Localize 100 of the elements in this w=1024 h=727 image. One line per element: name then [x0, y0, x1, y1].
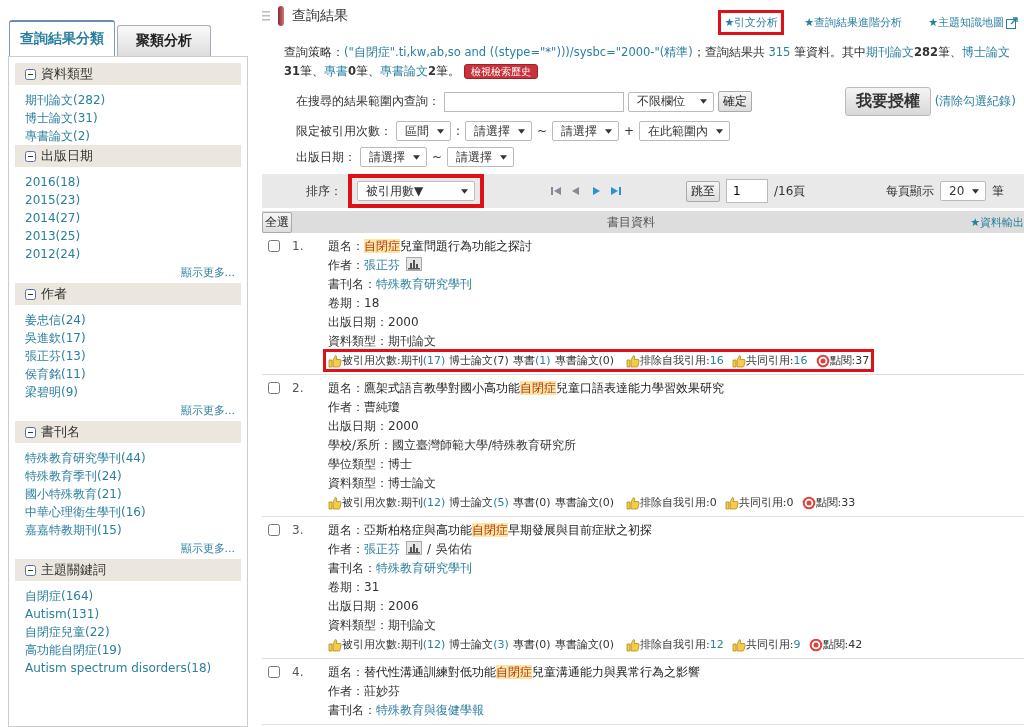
- summary-link[interactable]: 專書: [324, 64, 348, 78]
- co-citation-count[interactable]: 16: [793, 351, 808, 370]
- from-select[interactable]: 請選擇: [465, 121, 533, 141]
- facet-link[interactable]: 2012(24): [15, 245, 241, 263]
- filter-label: 限定被引用次數：: [296, 122, 392, 140]
- to-select[interactable]: 請選擇: [447, 147, 515, 167]
- field-label: 卷期：: [328, 579, 364, 596]
- previous-page-icon[interactable]: [570, 185, 582, 197]
- sidebar-tab[interactable]: 聚類分析: [117, 25, 211, 56]
- facet-link[interactable]: Autism spectrum disorders(18): [15, 659, 241, 677]
- collapse-icon[interactable]: [25, 426, 36, 438]
- facet-link[interactable]: 自閉症(164): [15, 587, 241, 605]
- section-header[interactable]: 主題關鍵詞: [15, 559, 241, 581]
- facet-link[interactable]: 吳進欽(17): [15, 329, 241, 347]
- facet-link[interactable]: 梁碧明(9): [15, 383, 241, 401]
- facet-link[interactable]: 中華心理衛生學刊(16): [15, 503, 241, 521]
- facet-link[interactable]: 姜忠信(24): [15, 311, 241, 329]
- bar-chart-icon[interactable]: [406, 257, 422, 271]
- facet-link[interactable]: 專書論文(2): [15, 127, 241, 145]
- clear-selection-link[interactable]: (清除勾選紀錄): [934, 93, 1016, 110]
- section-header[interactable]: 出版日期: [15, 145, 241, 167]
- per-page-select[interactable]: 20: [940, 181, 986, 201]
- facet-link[interactable]: Autism(131): [15, 605, 241, 623]
- facet-link[interactable]: 張正芬(13): [15, 347, 241, 365]
- license-button[interactable]: 我要授權: [844, 87, 931, 116]
- show-more-link[interactable]: 顯示更多...: [180, 539, 235, 559]
- facet-link[interactable]: 2016(18): [15, 173, 241, 191]
- section-title: 資料類型: [41, 65, 93, 83]
- collapse-icon[interactable]: [25, 68, 36, 80]
- summary-link[interactable]: 期刊論文: [866, 45, 914, 59]
- last-page-icon[interactable]: [610, 185, 622, 197]
- thumbs-up-icon: [626, 637, 641, 652]
- show-more-link[interactable]: 顯示更多...: [180, 263, 235, 283]
- facet-link[interactable]: 特殊教育研究學刊(44): [15, 449, 241, 467]
- record-title[interactable]: 鷹架式語言教學對國小高功能自閉症兒童口語表達能力學習效果研究: [364, 379, 724, 398]
- field-select[interactable]: 不限欄位: [628, 91, 714, 112]
- record-checkbox[interactable]: [268, 666, 280, 678]
- facet-link[interactable]: 2013(25): [15, 227, 241, 245]
- facet-link[interactable]: 嘉嘉特教期刊(15): [15, 521, 241, 539]
- views-label: 點閱:: [815, 495, 842, 511]
- summary-link[interactable]: ("自閉症".ti,kw,ab,so and ((stype="*")))/sysbc="2000-"(精準): [344, 45, 693, 59]
- field-link[interactable]: 特殊教育與復健學報: [376, 701, 484, 720]
- field-link[interactable]: 特殊教育研究學刊: [376, 559, 472, 578]
- sort-select[interactable]: 被引用數▼: [357, 181, 475, 201]
- first-page-icon[interactable]: [550, 185, 562, 197]
- facet-link[interactable]: 博士論文(31): [15, 109, 241, 127]
- external-link-icon[interactable]: [1006, 16, 1018, 29]
- record-title[interactable]: 替代性溝通訓練對低功能自閉症兒童溝通能力與異常行為之影響: [364, 663, 700, 682]
- field-label: 出版日期：: [328, 314, 388, 331]
- page-number-field[interactable]: 1: [726, 179, 768, 203]
- section-header[interactable]: 書刊名: [15, 421, 241, 443]
- field-link[interactable]: 張正芬: [364, 540, 422, 559]
- analysis-link[interactable]: ★主題知識地圖: [928, 15, 1004, 30]
- record-checkbox[interactable]: [268, 524, 280, 536]
- facet-link[interactable]: 自閉症兒童(22): [15, 623, 241, 641]
- self-citation-count[interactable]: 16: [709, 351, 724, 370]
- field-value: 期刊論文: [388, 617, 436, 634]
- record-checkbox[interactable]: [268, 240, 280, 252]
- thumbs-up-icon: [731, 353, 746, 368]
- show-more-link[interactable]: 顯示更多...: [180, 401, 235, 421]
- bar-chart-icon[interactable]: [406, 541, 422, 555]
- facet-link[interactable]: 2015(23): [15, 191, 241, 209]
- search-within-field[interactable]: [444, 91, 624, 112]
- collapse-icon[interactable]: [25, 288, 36, 300]
- facet-link[interactable]: 高功能自閉症(19): [15, 641, 241, 659]
- sort-label: 排序：: [306, 182, 342, 200]
- self-citation-count[interactable]: 12: [709, 635, 724, 654]
- summary-link[interactable]: 博士論文: [962, 45, 1011, 59]
- export-link[interactable]: ★資料輸出: [970, 214, 1024, 230]
- collapse-icon[interactable]: [25, 150, 36, 162]
- confirm-button[interactable]: 確定: [718, 91, 752, 112]
- field-link[interactable]: 張正芬: [364, 256, 422, 275]
- facet-link[interactable]: 期刊論文(282): [15, 91, 241, 109]
- from-select[interactable]: 請選擇: [360, 147, 427, 167]
- select-all-button[interactable]: 全選: [262, 211, 292, 233]
- facet-link[interactable]: 侯育銘(11): [15, 365, 241, 383]
- collapse-icon[interactable]: [25, 564, 36, 576]
- field-label: 出版日期：: [328, 598, 388, 615]
- summary-link[interactable]: 315: [768, 45, 791, 59]
- facet-link[interactable]: 國小特殊教育(21): [15, 485, 241, 503]
- field-link[interactable]: 特殊教育研究學刊: [376, 275, 472, 294]
- to-select[interactable]: 請選擇: [552, 121, 620, 141]
- analysis-link[interactable]: ★查詢結果進階分析: [804, 15, 903, 30]
- scope-select[interactable]: 在此範圍內: [639, 121, 731, 141]
- summary-link[interactable]: 專書論文: [380, 64, 429, 78]
- section-header[interactable]: 作者: [15, 283, 241, 305]
- jump-button[interactable]: 跳至: [686, 180, 720, 202]
- record-title[interactable]: 亞斯柏格症與高功能自閉症早期發展與目前症狀之初探: [364, 521, 652, 540]
- search-history-button[interactable]: 檢視檢索歷史: [464, 64, 539, 79]
- caret-icon: [972, 188, 980, 194]
- next-page-icon[interactable]: [590, 185, 602, 197]
- field-label: 資料類型：: [328, 333, 388, 350]
- record-title[interactable]: 自閉症兒童問題行為功能之探討: [364, 237, 532, 256]
- sidebar-tab[interactable]: 查詢結果分類: [9, 20, 115, 56]
- facet-link[interactable]: 特殊教育季刊(24): [15, 467, 241, 485]
- section-header[interactable]: 資料類型: [15, 63, 241, 85]
- field-value: 31: [364, 579, 380, 596]
- facet-link[interactable]: 2014(27): [15, 209, 241, 227]
- range-select[interactable]: 區間: [396, 121, 451, 141]
- record-checkbox[interactable]: [268, 382, 280, 394]
